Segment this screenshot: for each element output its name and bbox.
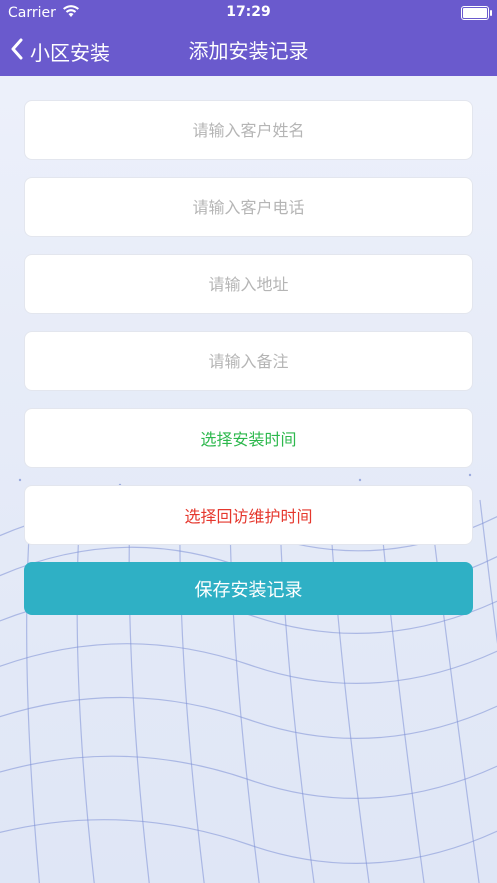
page-title: 添加安装记录 (188, 39, 309, 63)
save-install-record-button[interactable]: 保存安装记录 (24, 562, 473, 615)
customer-name-input[interactable] (25, 100, 472, 160)
customer-phone-input[interactable] (25, 177, 472, 237)
remark-input[interactable] (25, 331, 472, 391)
select-install-time-button[interactable]: 选择安装时间 (24, 408, 473, 468)
customer-phone-field[interactable] (24, 177, 473, 237)
select-followup-time-button[interactable]: 选择回访维护时间 (24, 485, 473, 545)
battery-icon (461, 6, 492, 20)
install-record-form: 选择安装时间 选择回访维护时间 保存安装记录 (24, 100, 473, 615)
address-input[interactable] (25, 254, 472, 314)
nav-bar: 小区安装 添加安装记录 (0, 26, 497, 76)
followup-time-label: 选择回访维护时间 (184, 507, 313, 526)
save-button-label: 保存安装记录 (194, 579, 303, 601)
address-field[interactable] (24, 254, 473, 314)
status-bar: Carrier 17:29 (0, 0, 497, 26)
install-time-label: 选择安装时间 (200, 430, 297, 449)
status-time: 17:29 (226, 4, 271, 20)
customer-name-field[interactable] (24, 100, 473, 160)
remark-field[interactable] (24, 331, 473, 391)
